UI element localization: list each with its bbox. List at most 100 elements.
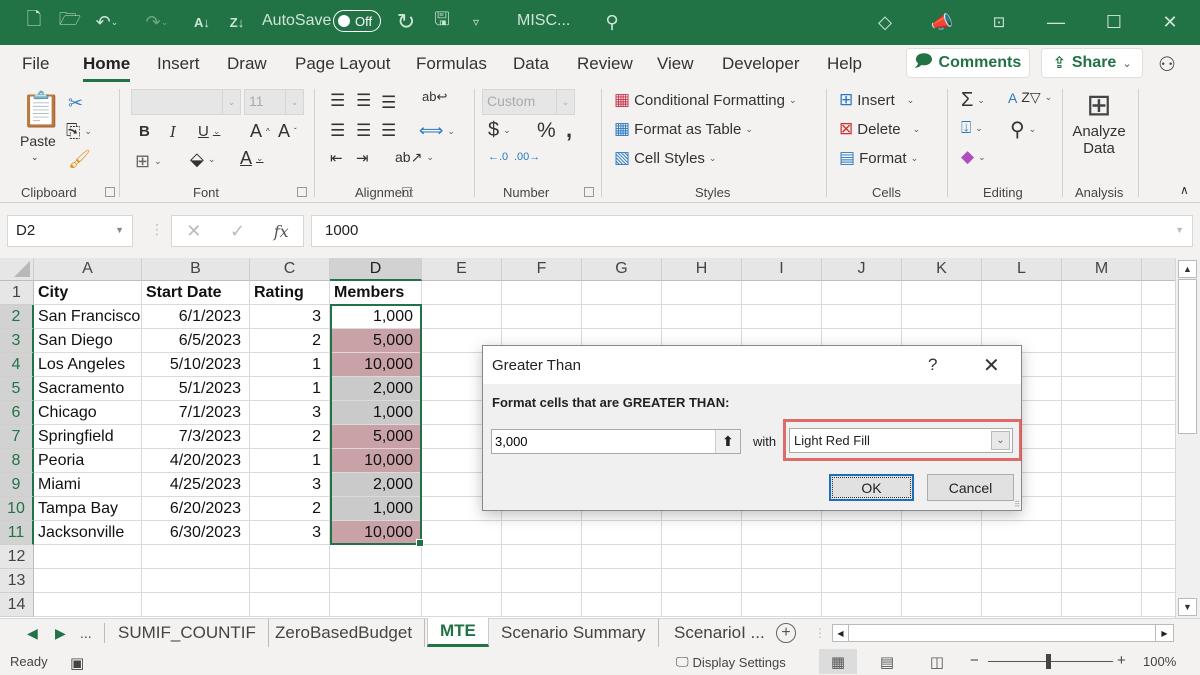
- cell[interactable]: [502, 569, 582, 593]
- start-date-cell[interactable]: 6/5/2023: [142, 329, 250, 353]
- format-painter-icon[interactable]: 🖌: [68, 149, 91, 170]
- cell[interactable]: [1062, 377, 1142, 401]
- increase-indent-icon[interactable]: ⇥: [356, 149, 369, 167]
- customize-toolbar-icon[interactable]: ▿: [466, 8, 486, 36]
- cell[interactable]: [502, 545, 582, 569]
- members-cell[interactable]: 2,000: [330, 473, 422, 497]
- start-date-cell[interactable]: 5/1/2023: [142, 377, 250, 401]
- tab-scroll-right-icon[interactable]: ▶: [55, 625, 66, 642]
- column-header-h[interactable]: H: [662, 258, 742, 281]
- select-all-button[interactable]: [0, 258, 34, 281]
- expand-formula-icon[interactable]: ▼: [1175, 225, 1184, 235]
- open-folder-icon[interactable]: 🗁: [58, 8, 82, 36]
- row-header[interactable]: 5: [0, 377, 34, 401]
- ribbon-display-icon[interactable]: ⊡: [987, 8, 1011, 36]
- row-header[interactable]: 1: [0, 281, 34, 305]
- column-header-a[interactable]: A: [34, 258, 142, 281]
- zoom-in-button[interactable]: +: [1117, 652, 1126, 669]
- cell[interactable]: [422, 545, 502, 569]
- splitter-handle[interactable]: ⋮: [150, 221, 164, 238]
- tab-splitter-handle[interactable]: ⋮: [814, 626, 826, 640]
- cell[interactable]: [250, 569, 330, 593]
- tab-file[interactable]: File: [22, 54, 49, 74]
- members-cell[interactable]: 10,000: [330, 449, 422, 473]
- cell[interactable]: [330, 569, 422, 593]
- header-cell[interactable]: Members: [330, 281, 422, 305]
- cell[interactable]: [34, 545, 142, 569]
- tab-data[interactable]: Data: [513, 54, 549, 74]
- start-date-cell[interactable]: 5/10/2023: [142, 353, 250, 377]
- column-header-d[interactable]: D: [330, 258, 422, 281]
- column-header-f[interactable]: F: [502, 258, 582, 281]
- cell[interactable]: [1142, 425, 1175, 449]
- cell[interactable]: [742, 545, 822, 569]
- cell[interactable]: [1142, 593, 1175, 617]
- members-cell[interactable]: 5,000: [330, 329, 422, 353]
- cancel-button[interactable]: Cancel: [927, 474, 1014, 501]
- cell[interactable]: [1062, 305, 1142, 329]
- cell[interactable]: [250, 593, 330, 617]
- start-date-cell[interactable]: 7/1/2023: [142, 401, 250, 425]
- font-color-icon[interactable]: A ⌄: [240, 148, 264, 169]
- cell[interactable]: [1062, 353, 1142, 377]
- font-size-combo[interactable]: 11 ⌄: [244, 89, 304, 115]
- city-cell[interactable]: Sacramento: [34, 377, 142, 401]
- cell[interactable]: [1142, 497, 1175, 521]
- column-header-c[interactable]: C: [250, 258, 330, 281]
- cell[interactable]: [142, 593, 250, 617]
- cell[interactable]: [582, 593, 662, 617]
- accessibility-icon[interactable]: ▣: [70, 654, 84, 672]
- autosave-toggle[interactable]: Off: [333, 10, 381, 32]
- cell[interactable]: [1142, 329, 1175, 353]
- cell[interactable]: [1142, 401, 1175, 425]
- cell[interactable]: [502, 305, 582, 329]
- paste-label[interactable]: Paste: [20, 133, 56, 149]
- increase-decimal-icon[interactable]: ←.0: [488, 151, 508, 163]
- percent-icon[interactable]: %: [537, 119, 556, 143]
- sheet-tab-sumif-countif[interactable]: SUMIF_COUNTIF: [106, 619, 269, 647]
- column-header-l[interactable]: L: [982, 258, 1062, 281]
- zoom-level[interactable]: 100%: [1143, 654, 1176, 669]
- cancel-entry-icon[interactable]: ✕: [186, 221, 201, 242]
- maximize-icon[interactable]: ☐: [1102, 8, 1126, 36]
- borders-icon[interactable]: ⊞ ⌄: [135, 151, 162, 172]
- cell[interactable]: [582, 305, 662, 329]
- zoom-out-button[interactable]: −: [970, 652, 979, 669]
- decrease-decimal-icon[interactable]: .00→: [514, 151, 540, 163]
- zoom-slider-thumb[interactable]: [1046, 654, 1051, 669]
- insert-function-icon[interactable]: fx: [274, 222, 289, 241]
- cell[interactable]: [982, 281, 1062, 305]
- format-style-select[interactable]: Light Red Fill ⌄: [789, 428, 1013, 453]
- cell[interactable]: [502, 281, 582, 305]
- column-header-e[interactable]: E: [422, 258, 502, 281]
- display-settings-button[interactable]: 🖵 Display Settings: [676, 654, 786, 670]
- cell[interactable]: [822, 569, 902, 593]
- cell[interactable]: [1142, 569, 1175, 593]
- number-launcher-icon[interactable]: [584, 187, 594, 197]
- tab-scroll-left-icon[interactable]: ◀: [27, 625, 38, 642]
- new-file-icon[interactable]: 🗋: [22, 8, 46, 36]
- cell-styles-button[interactable]: ▧ Cell Styles ⌄: [614, 148, 716, 168]
- cell[interactable]: [902, 521, 982, 545]
- sheet-tab-scenario-summary[interactable]: Scenario Summary: [489, 619, 659, 647]
- confirm-entry-icon[interactable]: ✓: [230, 221, 245, 242]
- cell[interactable]: [662, 593, 742, 617]
- city-cell[interactable]: Miami: [34, 473, 142, 497]
- cell[interactable]: [742, 281, 822, 305]
- top-align-icon[interactable]: ☰: [330, 91, 345, 111]
- conditional-formatting-button[interactable]: ▦ Conditional Formatting ⌄: [614, 90, 797, 110]
- scroll-left-icon[interactable]: ◀: [833, 625, 849, 641]
- page-break-view-icon[interactable]: ◫: [918, 649, 956, 674]
- members-cell[interactable]: 10,000: [330, 353, 422, 377]
- cell[interactable]: [902, 593, 982, 617]
- resize-grip-icon[interactable]: ⠿: [1014, 500, 1020, 509]
- ok-button[interactable]: OK: [829, 474, 914, 501]
- header-cell[interactable]: City: [34, 281, 142, 305]
- cell[interactable]: [982, 593, 1062, 617]
- cell[interactable]: [1062, 473, 1142, 497]
- cell[interactable]: [902, 305, 982, 329]
- cell[interactable]: [1062, 545, 1142, 569]
- cell[interactable]: [34, 593, 142, 617]
- threshold-input[interactable]: [491, 429, 741, 454]
- sort-ascending-icon[interactable]: A↓: [190, 8, 214, 36]
